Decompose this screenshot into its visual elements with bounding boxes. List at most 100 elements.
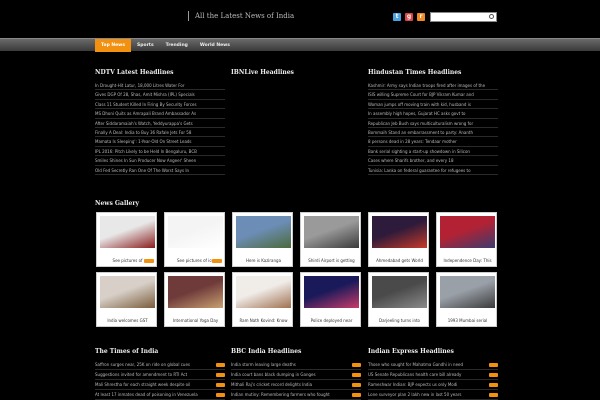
headline-link[interactable]: Smiles Shines In Sun Producer Now Angeer… xyxy=(95,156,225,166)
search-icon[interactable] xyxy=(489,14,494,19)
gallery-caption[interactable]: Here is Kaziranga xyxy=(236,258,291,264)
new-badge xyxy=(216,373,225,377)
headline-link[interactable]: After Siddaramaiah's Watch, Yeddyurappa'… xyxy=(95,119,225,128)
headline-link[interactable]: Indian mutiny: Remembering farmers who f… xyxy=(231,390,361,400)
gallery-image[interactable] xyxy=(372,216,427,248)
google-plus-icon[interactable]: g xyxy=(405,13,413,21)
section-times-of-india: The Times of India Saffron surges near, … xyxy=(95,347,225,400)
gallery-caption[interactable]: International Yoga Day xyxy=(168,318,223,324)
headline-text[interactable]: Lone surveyor plan 2 lakh new in last 50… xyxy=(368,392,461,397)
gallery-card[interactable]: 1993 Mumbai serial xyxy=(436,272,497,327)
headline-text[interactable]: Mithali Raj's cricket record delights In… xyxy=(231,382,312,387)
headline-text[interactable]: India court bans black dumping in Ganges xyxy=(231,372,316,377)
headline-link[interactable]: Lone surveyor plan 2 lakh new in last 50… xyxy=(368,390,498,400)
gallery-caption[interactable]: Ahmedabad gets World xyxy=(372,258,427,264)
gallery-card[interactable]: Ram Nath Kovind: Know xyxy=(232,272,293,327)
gallery-card[interactable]: Here is Kaziranga xyxy=(232,212,293,267)
gallery-image[interactable] xyxy=(168,276,223,308)
gallery-image[interactable] xyxy=(440,276,495,308)
new-badge xyxy=(216,363,225,367)
headline-link[interactable]: Gives DGP Of 28, Shas, Amit Mishra (IPL)… xyxy=(95,90,225,100)
gallery-image[interactable] xyxy=(236,276,291,308)
headline-link[interactable]: Cases where Sharifs brother, and every 1… xyxy=(368,156,498,166)
headline-text[interactable]: Suggestions invited for amendment to RTI… xyxy=(95,372,187,377)
headline-link[interactable]: ISIS willing Supreme Court for BJP Vikra… xyxy=(368,90,498,100)
gallery-card[interactable]: Darjeeling turns into xyxy=(368,272,429,327)
headline-link[interactable]: MS Dhoni Quits as Amrapali Brand Ambassa… xyxy=(95,109,225,119)
headline-link[interactable]: At least 17 inmates dead of poisoning in… xyxy=(95,390,225,400)
new-badge xyxy=(489,373,498,377)
section-title: Indian Express Headlines xyxy=(368,348,454,355)
headline-link[interactable]: In assembly high hopes, Gujarat HC asks … xyxy=(368,109,498,119)
gallery-caption[interactable]: Darjeeling turns into xyxy=(372,318,427,324)
gallery-card[interactable]: Shirdi Airport is getting xyxy=(300,212,361,267)
headline-link[interactable]: Bommaih Stand an embarrassment to party:… xyxy=(368,128,498,138)
gallery-card[interactable]: India welcomes GST xyxy=(96,272,157,327)
headline-link[interactable]: IPL 2016: Pitch Likely to be Held In Ben… xyxy=(95,147,225,157)
section-title: BBC India Headlines xyxy=(231,348,302,355)
gallery-image[interactable] xyxy=(304,216,359,248)
headline-link[interactable]: 8 persons dead in 28 years: Tendaar moth… xyxy=(368,137,498,147)
new-badge xyxy=(216,383,225,387)
gallery-card[interactable]: International Yoga Day xyxy=(164,272,225,327)
headline-link[interactable]: US Senate Republicans health care bill a… xyxy=(368,370,498,380)
headline-text[interactable]: At least 17 inmates dead of poisoning in… xyxy=(95,392,198,397)
gallery-card[interactable]: Police deployed near xyxy=(300,272,361,327)
gallery-caption[interactable]: Shirdi Airport is getting xyxy=(304,258,359,264)
headline-text[interactable]: India storm leaving large deaths xyxy=(231,362,296,367)
headline-link[interactable]: India storm leaving large deaths xyxy=(231,360,361,370)
headline-link[interactable]: Kashmir: Army says Indian troops fired a… xyxy=(368,81,498,91)
headline-link[interactable]: Suggestions invited for amendment to RTI… xyxy=(95,370,225,380)
gallery-card[interactable]: See pictures of xyxy=(96,212,157,267)
new-badge xyxy=(352,393,361,397)
gallery-caption[interactable]: India welcomes GST xyxy=(100,318,155,324)
new-badge xyxy=(489,383,498,387)
gallery-image[interactable] xyxy=(372,276,427,308)
gallery-image[interactable] xyxy=(236,216,291,248)
gallery-image[interactable] xyxy=(440,216,495,248)
headline-link[interactable]: Saffron surges near, 25K on ride on glob… xyxy=(95,360,225,370)
headline-text[interactable]: Those who sought for Mahatma Gandhi in n… xyxy=(368,362,463,367)
headline-link[interactable]: Mamata Is Sleeping': 1-Year-Old On Stree… xyxy=(95,137,225,147)
headline-link[interactable]: Old Fed Secretly Ran One Of The Worst Sa… xyxy=(95,166,225,175)
gallery-caption[interactable]: Independence Day: This xyxy=(440,258,495,264)
nav-item-trending[interactable]: Trending xyxy=(160,39,194,52)
headline-link[interactable]: Republican Jeb Bush says multiculturalis… xyxy=(368,119,498,128)
gallery-card[interactable]: Independence Day: This xyxy=(436,212,497,267)
section-ibnlive: IBNLive Headlines xyxy=(231,68,361,81)
twitter-icon[interactable]: t xyxy=(393,13,401,21)
headline-link[interactable]: Woman jumps off moving train with kid, h… xyxy=(368,100,498,110)
new-badge xyxy=(352,363,361,367)
nav-item-top-news[interactable]: Top News xyxy=(95,39,132,52)
headline-link[interactable]: Finally A Deal: India to Buy 36 Rafale J… xyxy=(95,128,225,138)
headline-link[interactable]: Mali Shrestha for each straight week des… xyxy=(95,380,225,390)
new-badge xyxy=(144,259,154,263)
headline-text[interactable]: Rameshwar Indian: BJP expects us only Mo… xyxy=(368,382,457,387)
headline-link[interactable]: Rameshwar Indian: BJP expects us only Mo… xyxy=(368,380,498,390)
search-input[interactable] xyxy=(430,12,497,22)
headline-link[interactable]: Mithali Raj's cricket record delights In… xyxy=(231,380,361,390)
headline-text[interactable]: Indian mutiny: Remembering farmers who f… xyxy=(231,392,330,397)
nav-item-sports[interactable]: Sports xyxy=(131,39,160,52)
gallery-image[interactable] xyxy=(304,276,359,308)
gallery-card[interactable]: See pictures of ice xyxy=(164,212,225,267)
headline-link[interactable]: In Drought-Hit Latur, 18,000 Litres Wate… xyxy=(95,81,225,91)
headline-link[interactable]: Bank serial sighting a start-up showdown… xyxy=(368,147,498,157)
headline-text[interactable]: Saffron surges near, 25K on ride on glob… xyxy=(95,362,190,367)
nav-item-world-news[interactable]: World News xyxy=(194,39,236,52)
gallery-caption[interactable]: 1993 Mumbai serial xyxy=(440,318,495,324)
headline-text[interactable]: US Senate Republicans health care bill a… xyxy=(368,372,461,377)
gallery-image[interactable] xyxy=(168,216,223,248)
gallery-card[interactable]: Ahmedabad gets World xyxy=(368,212,429,267)
gallery-caption[interactable]: Ram Nath Kovind: Know xyxy=(236,318,291,324)
headline-text[interactable]: Mali Shrestha for each straight week des… xyxy=(95,382,190,387)
gallery-image[interactable] xyxy=(100,276,155,308)
gallery-image[interactable] xyxy=(100,216,155,248)
rss-icon[interactable]: r xyxy=(417,13,425,21)
new-badge xyxy=(489,393,498,397)
headline-link[interactable]: Class 11 Student Killed In Firing By Sec… xyxy=(95,100,225,110)
headline-link[interactable]: India court bans black dumping in Ganges xyxy=(231,370,361,380)
gallery-caption[interactable]: Police deployed near xyxy=(304,318,359,324)
headline-link[interactable]: Those who sought for Mahatma Gandhi in n… xyxy=(368,360,498,370)
headline-link[interactable]: Tunisia: Lanka on federal guarantee for … xyxy=(368,166,498,175)
